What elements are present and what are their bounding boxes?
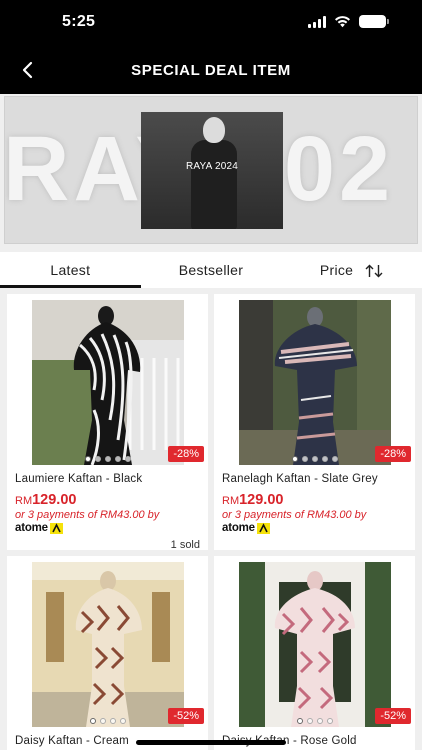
product-card[interactable]: -52% Daisy Kaftan - Rose Gold <box>214 556 415 750</box>
image-pager-dots <box>214 718 415 724</box>
sort-arrows-icon <box>365 264 383 278</box>
page-title: SPECIAL DEAL ITEM <box>131 62 291 79</box>
product-name: Ranelagh Kaftan - Slate Grey <box>222 473 378 485</box>
cellular-signal-icon <box>308 15 326 28</box>
image-pager-dots <box>7 456 208 462</box>
sort-tabs: Latest Bestseller Price <box>0 252 422 288</box>
banner-caption: RAYA 2024 <box>185 161 239 172</box>
product-card[interactable]: -28% Ranelagh Kaftan - Slate Grey RM129.… <box>214 294 415 550</box>
model-head <box>203 117 225 143</box>
product-card[interactable]: -28% Laumiere Kaftan - Black RM129.00 or… <box>7 294 208 550</box>
product-price: RM129.00 <box>222 491 283 509</box>
status-bar: 5:25 <box>0 0 422 46</box>
navigation-bar: SPECIAL DEAL ITEM <box>0 46 422 94</box>
banner-photo: RAYA 2024 <box>141 112 283 229</box>
atome-badge: atome <box>15 522 63 534</box>
price-currency: RM <box>222 495 240 507</box>
tab-bestseller[interactable]: Bestseller <box>141 252 282 288</box>
price-currency: RM <box>15 495 33 507</box>
product-price: RM129.00 <box>15 491 76 509</box>
atome-logo-icon <box>49 522 63 534</box>
tab-price[interactable]: Price <box>281 252 422 288</box>
tab-label: Latest <box>50 262 91 278</box>
product-card[interactable]: -52% Daisy Kaftan - Cream <box>7 556 208 750</box>
tab-latest[interactable]: Latest <box>0 252 141 288</box>
sold-count: 1 sold <box>170 539 200 550</box>
atome-logo-icon <box>256 522 270 534</box>
product-image <box>239 300 391 465</box>
atome-badge: atome <box>222 522 270 534</box>
installment-text: or 3 payments of RM43.00 by <box>222 509 367 521</box>
status-icons <box>308 15 389 28</box>
atome-wordmark: atome <box>222 522 255 534</box>
product-image <box>239 562 391 727</box>
wifi-icon <box>335 16 350 28</box>
product-image <box>32 562 184 727</box>
product-image <box>32 300 184 465</box>
battery-icon <box>359 15 389 28</box>
home-indicator[interactable] <box>136 740 286 745</box>
installment-text: or 3 payments of RM43.00 by <box>15 509 160 521</box>
tab-label: Bestseller <box>178 262 244 278</box>
price-amount: 129.00 <box>32 492 77 508</box>
product-name: Laumiere Kaftan - Black <box>15 473 143 485</box>
image-pager-dots <box>214 456 415 462</box>
model-silhouette <box>191 140 237 229</box>
image-pager-dots <box>7 718 208 724</box>
atome-wordmark: atome <box>15 522 48 534</box>
product-name: Daisy Kaftan - Cream <box>15 735 129 747</box>
product-grid: -28% Laumiere Kaftan - Black RM129.00 or… <box>0 288 422 750</box>
price-amount: 129.00 <box>239 492 284 508</box>
tab-label: Price <box>319 262 354 278</box>
status-time: 5:25 <box>62 13 96 30</box>
promo-banner[interactable]: RAY 202 RAYA 2024 <box>4 96 418 244</box>
